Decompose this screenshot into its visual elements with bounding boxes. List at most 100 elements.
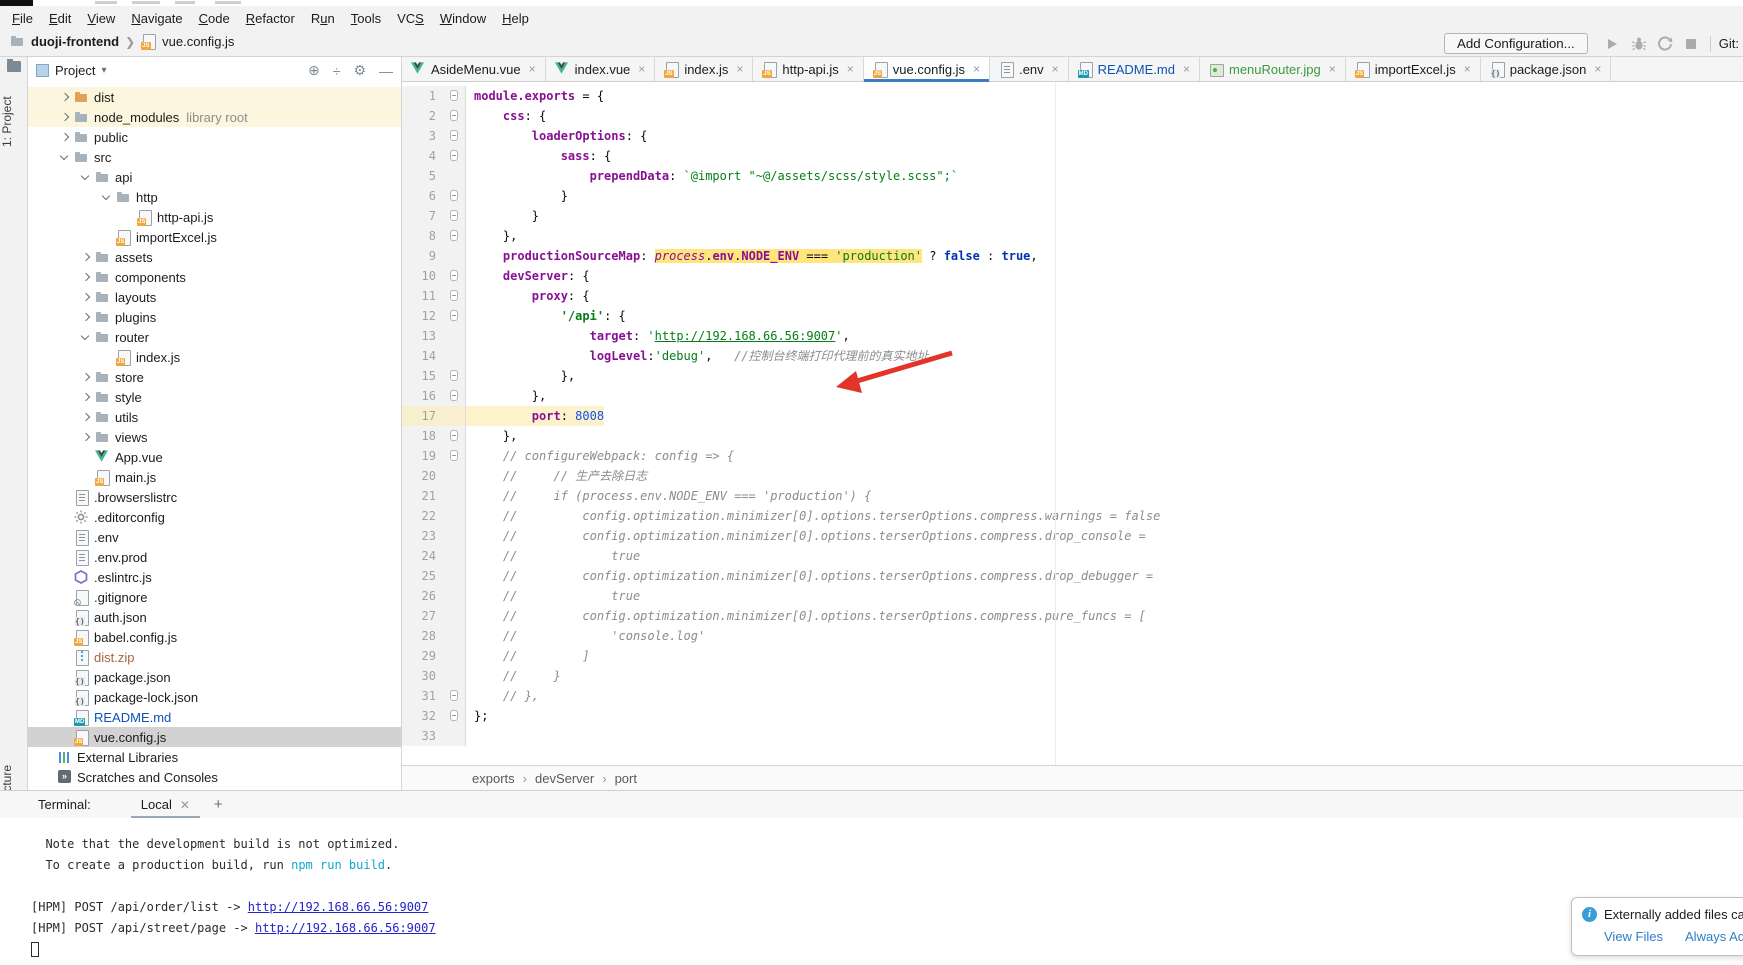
fold-end-marker[interactable]: [450, 230, 458, 241]
tree-item-index-js[interactable]: JSindex.js: [28, 347, 402, 367]
code-line-4[interactable]: 4 sass: {: [402, 146, 1743, 166]
fold-start-marker[interactable]: [450, 290, 458, 301]
fold-start-marker[interactable]: [450, 90, 458, 101]
tree-item-http[interactable]: http: [28, 187, 402, 207]
chevron-right-icon[interactable]: [78, 250, 95, 264]
menu-file[interactable]: File: [4, 9, 41, 28]
fold-end-marker[interactable]: [450, 710, 458, 721]
menu-edit[interactable]: Edit: [41, 9, 79, 28]
breadcrumb-file[interactable]: vue.config.js: [162, 34, 234, 49]
code-editor[interactable]: 1module.exports = {2 css: {3 loaderOptio…: [402, 82, 1743, 765]
add-configuration-button[interactable]: Add Configuration...: [1444, 33, 1588, 54]
tree-item--eslintrc-js[interactable]: .eslintrc.js: [28, 567, 402, 587]
run-icon[interactable]: [1605, 36, 1621, 52]
tree-item-views[interactable]: views: [28, 427, 402, 447]
close-icon[interactable]: ×: [847, 62, 854, 76]
tab-vue-config-js[interactable]: JSvue.config.js×: [864, 57, 990, 81]
fold-start-marker[interactable]: [450, 310, 458, 321]
menu-code[interactable]: Code: [191, 9, 238, 28]
tree-item-components[interactable]: components: [28, 267, 402, 287]
gear-icon[interactable]: ⚙: [353, 62, 366, 79]
code-line-22[interactable]: 22 // config.optimization.minimizer[0].o…: [402, 506, 1743, 526]
tab--env[interactable]: .env×: [990, 57, 1069, 81]
tree-item-dist-zip[interactable]: dist.zip: [28, 647, 402, 667]
chevron-down-icon[interactable]: [99, 190, 116, 204]
tab-http-api-js[interactable]: JShttp-api.js×: [753, 57, 863, 81]
project-panel-title[interactable]: Project: [55, 63, 95, 78]
git-branch-label[interactable]: Git:: [1719, 36, 1739, 51]
tree-item-app-vue[interactable]: App.vue: [28, 447, 402, 467]
tab-asidemenu-vue[interactable]: AsideMenu.vue×: [402, 57, 546, 81]
code-line-20[interactable]: 20 // // 生产去除日志: [402, 466, 1743, 486]
tree-item-package-lock-json[interactable]: {)package-lock.json: [28, 687, 402, 707]
close-icon[interactable]: ✕: [180, 798, 190, 812]
chevron-down-icon[interactable]: [57, 150, 74, 164]
hide-panel-icon[interactable]: —: [379, 63, 393, 79]
chevron-right-icon[interactable]: [57, 90, 74, 104]
code-line-32[interactable]: 32};: [402, 706, 1743, 726]
tree-item-store[interactable]: store: [28, 367, 402, 387]
code-line-1[interactable]: 1module.exports = {: [402, 86, 1743, 106]
close-icon[interactable]: ×: [1329, 62, 1336, 76]
tab-importexcel-js[interactable]: JSimportExcel.js×: [1346, 57, 1481, 81]
fold-start-marker[interactable]: [450, 130, 458, 141]
fold-start-marker[interactable]: [450, 110, 458, 121]
code-line-23[interactable]: 23 // config.optimization.minimizer[0].o…: [402, 526, 1743, 546]
tree-item--env[interactable]: .env: [28, 527, 402, 547]
notification-link-view-files[interactable]: View Files: [1604, 929, 1663, 944]
menu-run[interactable]: Run: [303, 9, 343, 28]
code-line-26[interactable]: 26 // true: [402, 586, 1743, 606]
tree-item-router[interactable]: router: [28, 327, 402, 347]
run-with-coverage-icon[interactable]: [1657, 36, 1673, 52]
chevron-down-icon[interactable]: [78, 170, 95, 184]
close-icon[interactable]: ×: [1052, 62, 1059, 76]
chevron-right-icon[interactable]: [78, 430, 95, 444]
code-line-17[interactable]: 17 port: 8008: [402, 406, 1743, 426]
tree-item--editorconfig[interactable]: .editorconfig: [28, 507, 402, 527]
code-line-7[interactable]: 7 }: [402, 206, 1743, 226]
code-line-2[interactable]: 2 css: {: [402, 106, 1743, 126]
tree-item-public[interactable]: public: [28, 127, 402, 147]
code-line-12[interactable]: 12 '/api': {: [402, 306, 1743, 326]
chevron-right-icon[interactable]: [57, 110, 74, 124]
menu-view[interactable]: View: [79, 9, 123, 28]
menu-window[interactable]: Window: [432, 9, 494, 28]
collapse-all-icon[interactable]: ÷: [333, 63, 341, 79]
fold-start-marker[interactable]: [450, 150, 458, 161]
chevron-down-icon[interactable]: [78, 330, 95, 344]
code-line-28[interactable]: 28 // 'console.log': [402, 626, 1743, 646]
new-terminal-icon[interactable]: +: [214, 796, 223, 813]
code-line-6[interactable]: 6 }: [402, 186, 1743, 206]
menu-navigate[interactable]: Navigate: [123, 9, 190, 28]
code-line-21[interactable]: 21 // if (process.env.NODE_ENV === 'prod…: [402, 486, 1743, 506]
editor-breadcrumb-devServer[interactable]: devServer: [535, 771, 594, 786]
tree-item-http-api-js[interactable]: JShttp-api.js: [28, 207, 402, 227]
tree-item-external-libraries[interactable]: External Libraries: [28, 747, 402, 767]
tree-item-package-json[interactable]: {)package.json: [28, 667, 402, 687]
terminal-tab-local[interactable]: Local ✕: [131, 791, 200, 818]
tree-item-assets[interactable]: assets: [28, 247, 402, 267]
fold-end-marker[interactable]: [450, 190, 458, 201]
code-line-3[interactable]: 3 loaderOptions: {: [402, 126, 1743, 146]
close-icon[interactable]: ×: [1594, 62, 1601, 76]
menu-vcs[interactable]: VCS: [389, 9, 432, 28]
close-icon[interactable]: ×: [1464, 62, 1471, 76]
code-line-11[interactable]: 11 proxy: {: [402, 286, 1743, 306]
code-line-27[interactable]: 27 // config.optimization.minimizer[0].o…: [402, 606, 1743, 626]
menu-help[interactable]: Help: [494, 9, 537, 28]
tree-item-utils[interactable]: utils: [28, 407, 402, 427]
close-icon[interactable]: ×: [736, 62, 743, 76]
stop-icon[interactable]: [1683, 36, 1699, 52]
chevron-right-icon[interactable]: [78, 390, 95, 404]
editor-breadcrumb-port[interactable]: port: [615, 771, 637, 786]
tree-item-plugins[interactable]: plugins: [28, 307, 402, 327]
debug-icon[interactable]: [1631, 36, 1647, 52]
tree-item-dist[interactable]: dist: [28, 87, 402, 107]
notification-link-always-add[interactable]: Always Add: [1685, 929, 1743, 944]
tree-item--gitignore[interactable]: .gitignore: [28, 587, 402, 607]
chevron-down-icon[interactable]: ▾: [101, 65, 106, 76]
code-line-31[interactable]: 31 // },: [402, 686, 1743, 706]
code-line-9[interactable]: 9 productionSourceMap: process.env.NODE_…: [402, 246, 1743, 266]
tree-item-readme-md[interactable]: MDREADME.md: [28, 707, 402, 727]
chevron-right-icon[interactable]: [57, 130, 74, 144]
